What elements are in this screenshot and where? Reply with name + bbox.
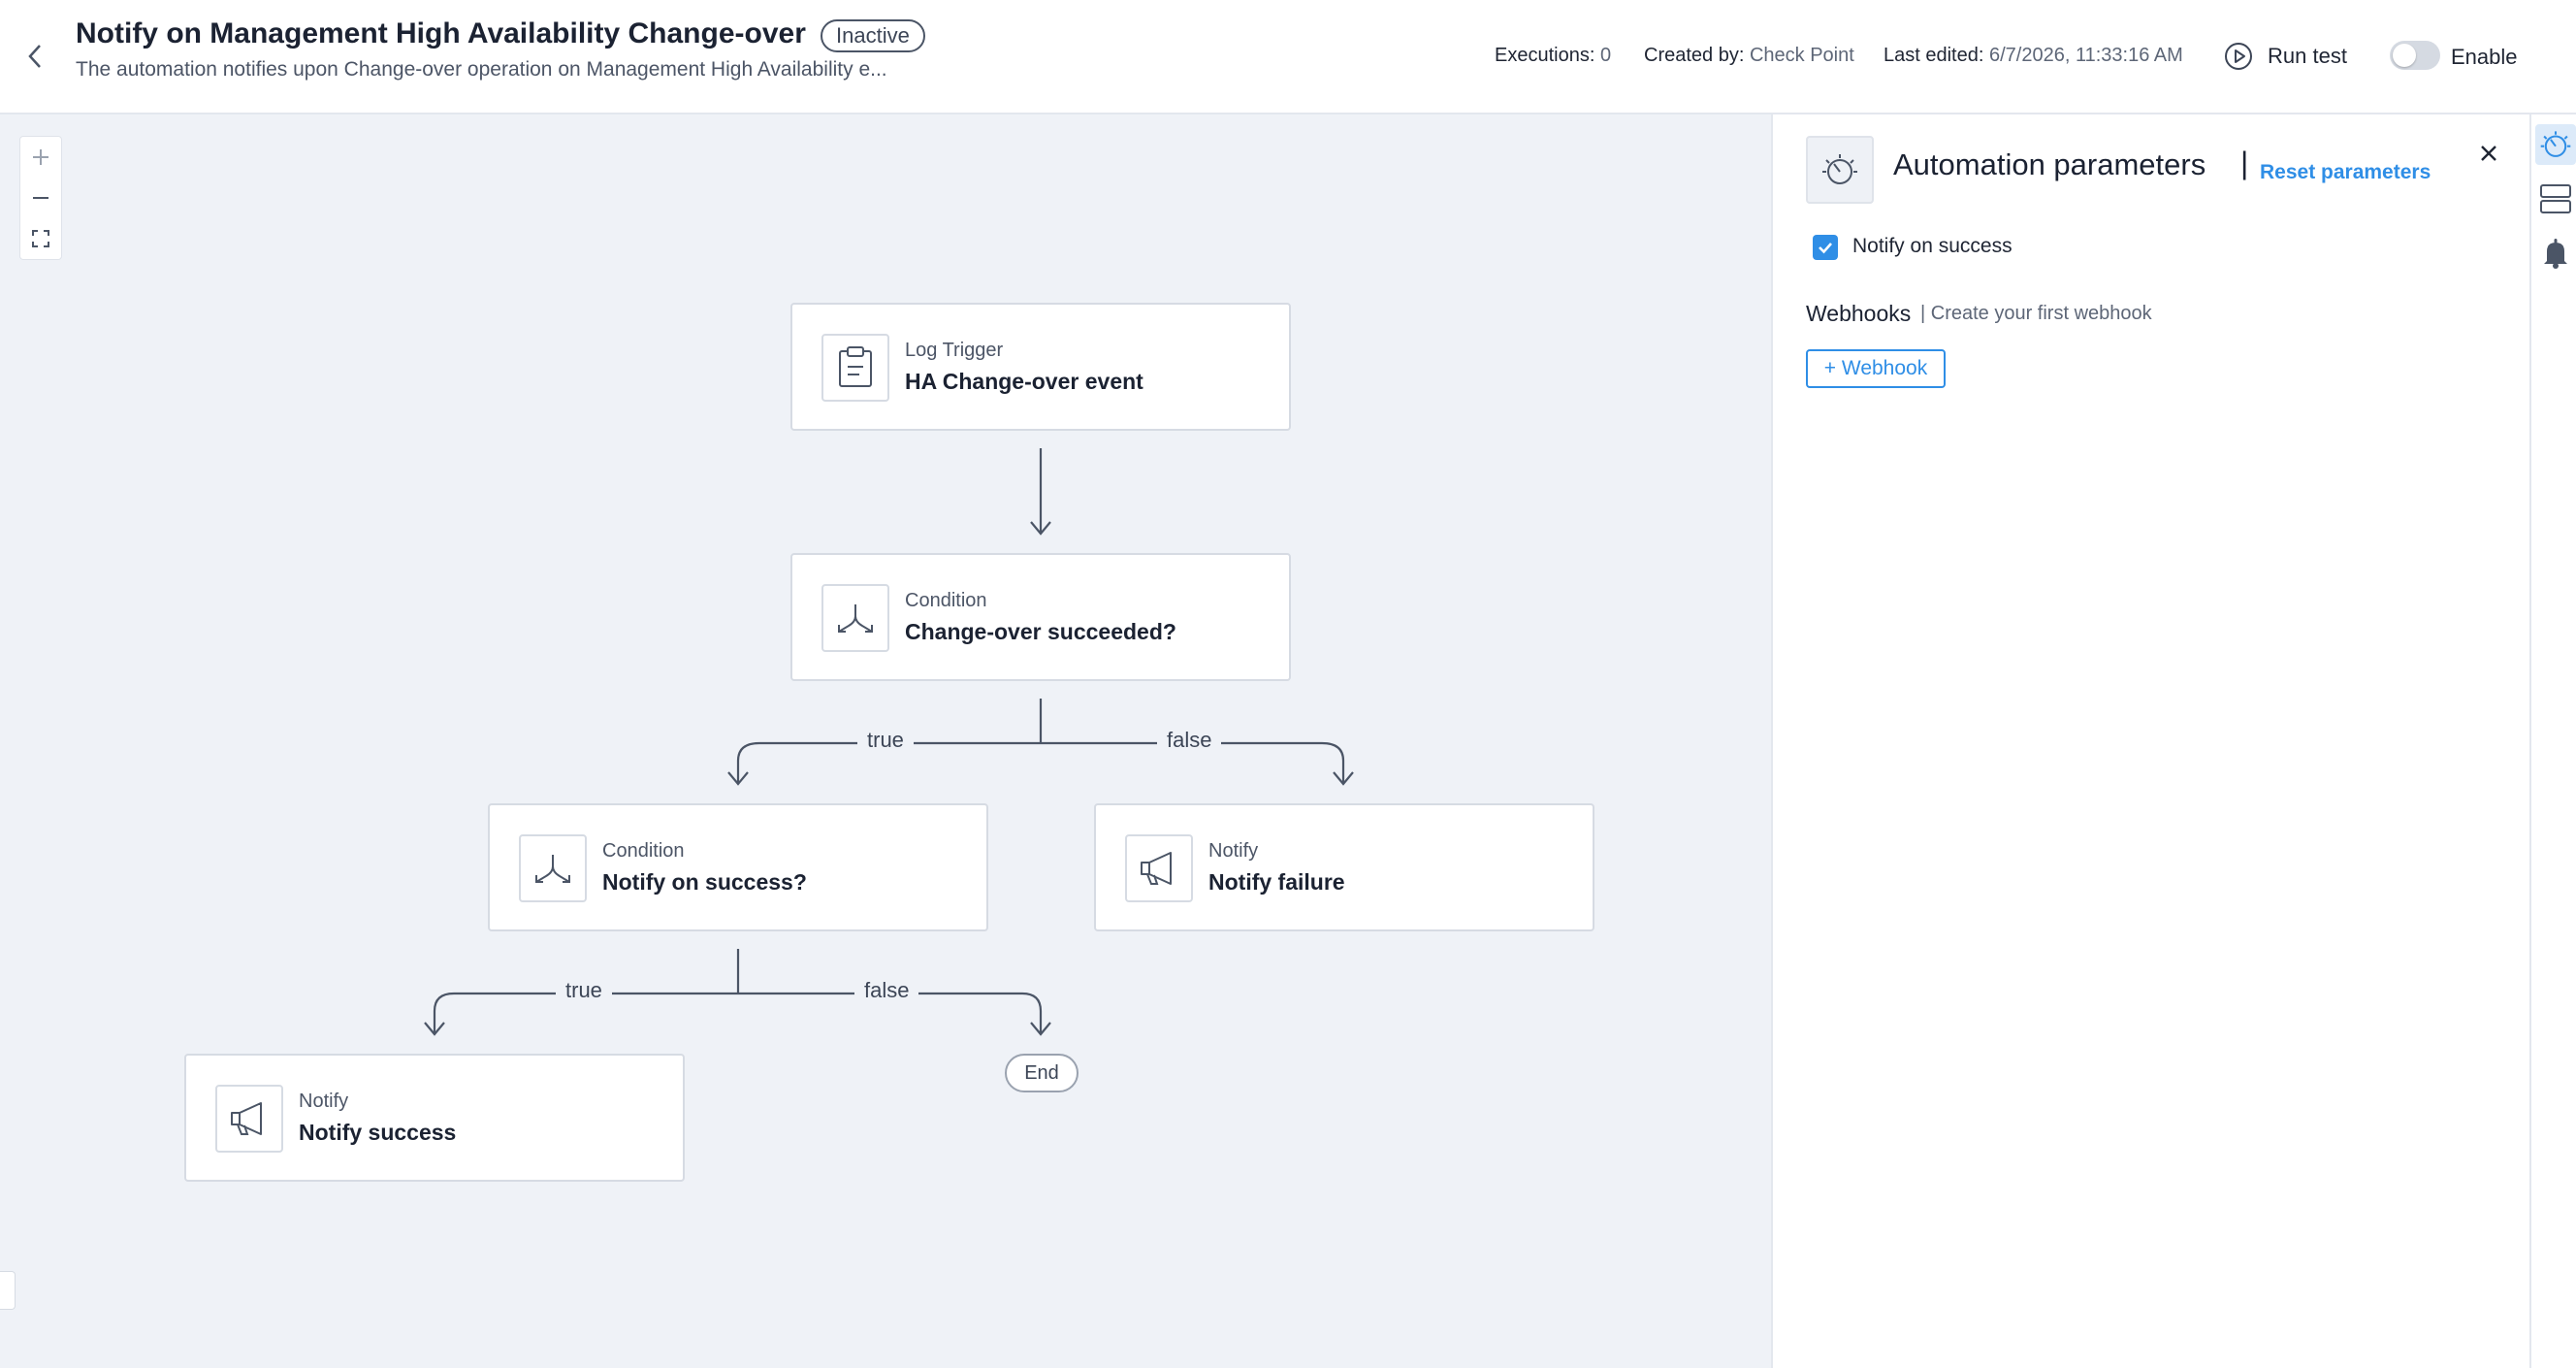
top-bar: Notify on Management High Availability C… (0, 0, 2576, 114)
automation-gauge-icon (1822, 154, 1857, 184)
executions-label: Executions: (1495, 45, 1595, 66)
node-type: Log Trigger (905, 340, 1004, 361)
flow-canvas[interactable]: true false true false Log Trigger HA Cha… (0, 114, 1771, 1368)
node-log-trigger[interactable]: Log Trigger HA Change-over event (790, 303, 1291, 431)
executions-meta: Executions: 0 (1495, 45, 1611, 67)
split-arrows-icon (535, 855, 570, 883)
notify-on-success-label: Notify on success (1852, 235, 2012, 257)
close-panel-button[interactable] (2469, 134, 2508, 173)
megaphone-icon (231, 1102, 262, 1135)
rail-automation-parameters-button[interactable] (2535, 124, 2576, 165)
webhooks-title: Webhooks (1806, 301, 1912, 326)
edge-label-false: false (854, 978, 919, 1003)
last-edited-value: 6/7/2026, 11:33:16 AM (1988, 45, 2183, 66)
add-webhook-button[interactable]: + Webhook (1806, 349, 1946, 388)
last-edited-label: Last edited: (1884, 45, 1984, 66)
node-name: Notify success (299, 1120, 457, 1145)
edge-label-false: false (1157, 728, 1222, 753)
layout-rows-icon (2540, 184, 2571, 213)
notify-on-success-checkbox[interactable] (1813, 235, 1838, 260)
checkmark-icon (1819, 243, 1832, 254)
end-node: End (1005, 1054, 1079, 1092)
rail-notifications-button[interactable] (2535, 233, 2576, 274)
back-button[interactable] (17, 39, 52, 74)
webhooks-hint: | Create your first webhook (1920, 303, 2152, 324)
created-by-value: Check Point (1749, 45, 1854, 66)
node-icon-box (821, 584, 889, 652)
node-type: Notify (1208, 840, 1259, 862)
split-arrows-icon (838, 604, 873, 633)
bell-icon (2544, 239, 2567, 269)
node-type: Condition (602, 840, 685, 862)
node-type: Condition (905, 590, 987, 611)
run-test-button[interactable]: Run test (2223, 39, 2347, 74)
last-edited-meta: Last edited: 6/7/2026, 11:33:16 AM (1884, 45, 2183, 67)
automation-gauge-icon (2540, 131, 2571, 157)
panel-title: Automation parameters (1893, 147, 2206, 181)
rail-layout-button[interactable] (2535, 179, 2576, 219)
node-icon-box (1125, 834, 1193, 902)
chevron-left-icon (28, 45, 41, 68)
run-test-label: Run test (2268, 44, 2347, 68)
node-condition-notify-on-success[interactable]: Condition Notify on success? (488, 803, 988, 931)
node-name: Notify failure (1208, 869, 1345, 895)
toggle-knob (2393, 44, 2416, 67)
created-by-meta: Created by: Check Point (1644, 45, 1854, 67)
node-name: HA Change-over event (905, 369, 1143, 394)
node-icon-box (821, 334, 889, 402)
clipboard-icon (839, 346, 872, 387)
reset-parameters-link[interactable]: Reset parameters (2260, 161, 2431, 184)
panel-icon-box (1806, 136, 1874, 204)
node-icon-box (215, 1085, 283, 1153)
executions-value: 0 (1599, 45, 1612, 66)
status-badge: Inactive (821, 19, 925, 52)
edge-label-true: true (556, 978, 612, 1003)
node-name: Change-over succeeded? (905, 619, 1176, 644)
node-name: Notify on success? (602, 869, 807, 895)
page-description: The automation notifies upon Change-over… (76, 58, 887, 81)
node-condition-changeover[interactable]: Condition Change-over succeeded? (790, 553, 1291, 681)
panel-expand-tab[interactable] (0, 1271, 16, 1310)
created-by-label: Created by: (1644, 45, 1745, 66)
megaphone-icon (1141, 852, 1172, 885)
right-rail (2529, 114, 2576, 1368)
play-circle-icon (2225, 43, 2252, 70)
page-title: Notify on Management High Availability C… (76, 17, 806, 49)
node-icon-box (519, 834, 587, 902)
node-notify-failure[interactable]: Notify Notify failure (1094, 803, 1594, 931)
automation-parameters-panel: Automation parameters | Reset parameters… (1771, 114, 2529, 1368)
title-separator: | (2240, 146, 2249, 180)
enable-label: Enable (2451, 45, 2518, 69)
close-icon (2481, 146, 2496, 161)
node-notify-success[interactable]: Notify Notify success (184, 1054, 685, 1182)
node-type: Notify (299, 1091, 349, 1112)
enable-toggle[interactable] (2390, 41, 2440, 70)
edge-label-true: true (857, 728, 914, 753)
